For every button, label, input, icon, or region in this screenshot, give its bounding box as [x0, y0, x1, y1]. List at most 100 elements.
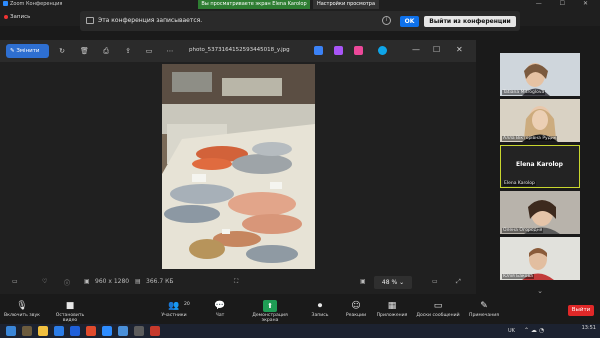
- participants-icon: 👥: [168, 301, 180, 311]
- zoom-icon: [3, 1, 8, 6]
- slideshow-icon[interactable]: ▭: [145, 47, 153, 55]
- maximize-icon[interactable]: ☐: [433, 45, 440, 54]
- meeting-controls-toolbar: 🎙 Включить звук ■ Остановить видео 👥 Участн…: [0, 296, 600, 324]
- recording-label: Запись: [10, 14, 31, 20]
- participants-label: Участники: [161, 313, 187, 318]
- view-settings-button[interactable]: Настройки просмотра: [313, 0, 379, 9]
- screen: Zoom Конференция Вы просматриваете экран…: [0, 0, 600, 338]
- notes-icon: ✎: [480, 301, 488, 311]
- window-controls[interactable]: — ☐ ✕: [536, 0, 596, 7]
- apps-button[interactable]: ▦ Приложения: [370, 300, 414, 318]
- stop-video-button[interactable]: ■ Остановить видео: [48, 300, 92, 323]
- exit-meeting-button[interactable]: Выйти: [568, 305, 594, 316]
- leave-meeting-button[interactable]: Выйти из конференции: [424, 16, 516, 27]
- file-size: 366.7 КБ: [146, 278, 174, 285]
- taskbar-app-icon[interactable]: [134, 326, 144, 336]
- share-icon[interactable]: ⇪: [124, 47, 132, 55]
- participant-name: Олена Огородня: [502, 228, 544, 233]
- participant-tile[interactable]: Tatiana Mitroglova: [500, 53, 580, 96]
- info-icon[interactable]: i: [382, 16, 391, 25]
- apps-icon: ▦: [387, 301, 397, 311]
- clipchamp-icon[interactable]: [354, 46, 363, 55]
- participant-name: Elena Karolop: [503, 181, 536, 186]
- taskbar-app-icon[interactable]: [22, 326, 32, 336]
- app-title: Zoom Конференция: [3, 1, 62, 7]
- rotate-icon[interactable]: ↻: [58, 47, 66, 55]
- edit-app-icon[interactable]: [314, 46, 323, 55]
- zoom-titlebar: Zoom Конференция Вы просматриваете экран…: [0, 0, 600, 9]
- participant-tile[interactable]: Алла Вікторівна Рудик: [500, 99, 580, 142]
- tray-icons[interactable]: ⌃ ☁ ◔: [524, 327, 544, 334]
- record-icon: ⏺: [317, 301, 323, 311]
- word-icon[interactable]: [70, 326, 80, 336]
- zoom-out-icon[interactable]: ▭: [432, 278, 438, 285]
- image-size-icon: ▣: [84, 278, 90, 285]
- record-label: Запись: [311, 313, 329, 318]
- taskbar-app-icon[interactable]: [150, 326, 160, 336]
- participant-tile-active-speaker[interactable]: Elena Karolop Elena Karolop: [500, 145, 580, 188]
- favorite-icon[interactable]: ♡: [42, 278, 47, 285]
- edge-icon[interactable]: [54, 326, 64, 336]
- more-icon[interactable]: ⋯: [166, 47, 174, 55]
- share-screen-icon: ⬆: [263, 300, 277, 312]
- chat-button[interactable]: 💬 Чат: [198, 300, 242, 318]
- scroll-down-icon[interactable]: ⌄: [534, 287, 546, 295]
- share-screen-button[interactable]: ⬆ Демонстрация экрана: [248, 300, 292, 323]
- whiteboards-button[interactable]: ▭ Доски сообщений: [416, 300, 460, 318]
- edit-button[interactable]: ✎ Змінити: [6, 44, 49, 58]
- zoom-level[interactable]: 48 % ⌄: [374, 276, 412, 289]
- chat-label: Чат: [215, 313, 225, 318]
- participant-name: Юлія Бакова: [502, 274, 534, 279]
- record-dot-icon: [4, 14, 8, 19]
- file-explorer-icon[interactable]: [38, 326, 48, 336]
- edit-label: Змінити: [16, 48, 40, 54]
- start-icon[interactable]: [6, 326, 16, 336]
- whiteboard-icon: ▭: [433, 301, 443, 311]
- photos-taskbar-icon[interactable]: [118, 326, 128, 336]
- clock-time: 13:51: [581, 325, 596, 331]
- keyboard-language[interactable]: UK: [508, 328, 515, 334]
- minimize-icon[interactable]: —: [412, 45, 420, 54]
- chrome-icon[interactable]: [86, 326, 96, 336]
- fish-photo-image: [162, 64, 315, 269]
- close-icon[interactable]: ✕: [456, 45, 463, 54]
- recording-indicator[interactable]: Запись: [4, 14, 30, 20]
- windows-taskbar: UK ⌃ ☁ ◔ 13:51: [0, 324, 600, 338]
- share-screen-label: Демонстрация экрана: [252, 313, 288, 323]
- print-icon[interactable]: ⎙: [102, 47, 110, 55]
- reactions-icon: ☺: [351, 301, 361, 311]
- video-camera-icon: ■: [65, 301, 75, 311]
- viewer-status-bar: ▭ ♡ ⓘ ▣ 960 x 1280 ▤ 366.7 КБ ⛶ ▣ 48 % ⌄…: [0, 272, 476, 294]
- fullscreen-icon[interactable]: ⤢: [456, 278, 461, 286]
- designer-icon[interactable]: [334, 46, 343, 55]
- recording-banner-icon: [86, 17, 94, 24]
- filmstrip-icon[interactable]: ▭: [12, 278, 18, 285]
- recording-banner: Эта конференция записывается. OK Выйти и…: [80, 11, 520, 31]
- viewing-share-notice[interactable]: Вы просматриваете экран Elena Karolop: [198, 0, 310, 9]
- file-size-icon: ▤: [135, 278, 141, 285]
- microphone-muted-icon: 🎙: [16, 301, 28, 311]
- stop-video-label: Остановить видео: [55, 313, 85, 323]
- image-dimensions: 960 x 1280: [95, 278, 130, 285]
- delete-icon[interactable]: 🗑: [80, 47, 89, 55]
- notes-label: Примечания: [469, 313, 499, 318]
- notes-button[interactable]: ✎ Примечания: [462, 300, 506, 318]
- whiteboard-label: Доски сообщений: [416, 313, 460, 318]
- file-info-icon[interactable]: ⓘ: [64, 278, 70, 287]
- ok-button[interactable]: OK: [400, 16, 419, 27]
- unmute-button[interactable]: 🎙 Включить звук: [0, 300, 44, 318]
- participant-center-name: Elena Karolop: [516, 161, 563, 168]
- recording-banner-text: Эта конференция записывается.: [98, 17, 203, 24]
- photos-viewer-window: ✎ Змінити ↻ 🗑 ⎙ ⇪ ▭ ⋯ photo_537316415259…: [0, 40, 476, 294]
- onedrive-icon[interactable]: [378, 46, 387, 55]
- participant-tile[interactable]: Олена Огородня: [500, 191, 580, 234]
- clock[interactable]: 13:51: [582, 325, 596, 331]
- app-title-text: Zoom Конференция: [10, 1, 63, 7]
- viewer-toolbar: ✎ Змінити ↻ 🗑 ⎙ ⇪ ▭ ⋯ photo_537316415259…: [0, 40, 476, 62]
- compare-icon[interactable]: ⛶: [234, 278, 238, 286]
- participant-tile[interactable]: Юлія Бакова: [500, 237, 580, 280]
- participants-count: 20: [184, 302, 190, 307]
- zoom-taskbar-icon[interactable]: [102, 326, 112, 336]
- chat-icon: 💬: [214, 301, 226, 311]
- fit-icon[interactable]: ▣: [360, 278, 366, 285]
